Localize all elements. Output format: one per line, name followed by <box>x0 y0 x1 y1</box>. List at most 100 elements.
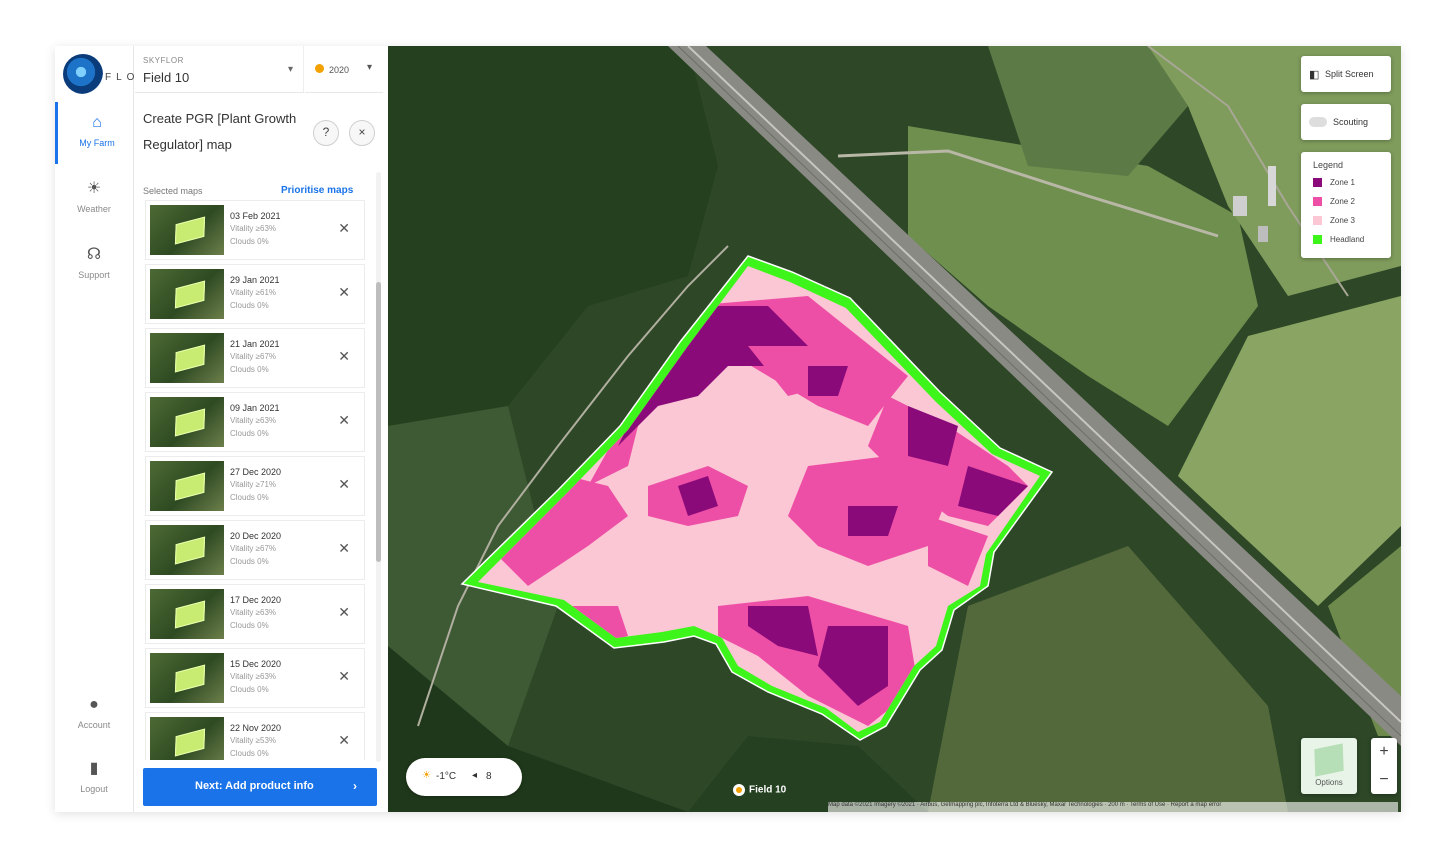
weather-sun-icon: ☀ <box>422 770 431 781</box>
map-thumbnail <box>150 333 224 383</box>
wind-value: 8 <box>486 771 492 782</box>
map-date: 15 Dec 2020 <box>230 659 282 669</box>
nav-account-label: Account <box>77 720 111 730</box>
remove-map-icon[interactable]: ✕ <box>338 541 350 555</box>
prioritise-maps-link[interactable]: Prioritise maps <box>281 185 353 196</box>
map-vitality: Vitality ≥63% <box>230 672 277 681</box>
scrollbar-thumb[interactable] <box>376 282 381 562</box>
nav-my-farm[interactable]: ⌂ My Farm <box>55 102 136 164</box>
map-clouds: Clouds 0% <box>230 429 269 438</box>
legend-item-zone-2: Zone 2 <box>1313 197 1355 209</box>
remove-map-icon[interactable]: ✕ <box>338 605 350 619</box>
map-card[interactable]: 22 Nov 2020 Vitality ≥53% Clouds 0% ✕ <box>145 712 365 760</box>
split-screen-label: Split Screen <box>1325 69 1374 79</box>
legend-item-zone-1: Zone 1 <box>1313 178 1355 190</box>
map-clouds: Clouds 0% <box>230 621 269 630</box>
split-screen-button[interactable]: ◧ Split Screen <box>1301 56 1391 92</box>
zone-3-swatch <box>1313 216 1322 226</box>
nav-my-farm-label: My Farm <box>79 138 115 148</box>
field-name: Field 10 <box>143 70 190 85</box>
map-vitality: Vitality ≥63% <box>230 224 277 233</box>
remove-map-icon[interactable]: ✕ <box>338 221 350 235</box>
map-clouds: Clouds 0% <box>230 557 269 566</box>
map-card[interactable]: 09 Jan 2021 Vitality ≥63% Clouds 0% ✕ <box>145 392 365 452</box>
zoom-out-button[interactable]: − <box>1371 766 1397 794</box>
nav-logout-label: Logout <box>80 784 108 794</box>
map-vitality: Vitality ≥63% <box>230 416 277 425</box>
map-date: 27 Dec 2020 <box>230 467 282 477</box>
help-button[interactable]: ? <box>313 120 339 146</box>
map-clouds: Clouds 0% <box>230 493 269 502</box>
map-date: 20 Dec 2020 <box>230 531 282 541</box>
map-date: 09 Jan 2021 <box>230 403 280 413</box>
nav-logout[interactable]: ▮ Logout <box>55 748 133 810</box>
map-card[interactable]: 21 Jan 2021 Vitality ≥67% Clouds 0% ✕ <box>145 328 365 388</box>
brand-logo[interactable]: FLO <box>63 52 134 96</box>
nav-weather[interactable]: ☀ Weather <box>55 168 133 230</box>
map-options-button[interactable]: Options <box>1301 738 1357 794</box>
legend-label: Zone 1 <box>1330 178 1355 187</box>
map-card[interactable]: 03 Feb 2021 Vitality ≥63% Clouds 0% ✕ <box>145 200 365 260</box>
satellite-map[interactable]: ◧ Split Screen Scouting Legend Zone 1 Zo… <box>388 46 1401 812</box>
map-field-label[interactable]: Field 10 <box>733 784 786 796</box>
account-icon: ● <box>89 696 99 713</box>
toggle-switch-icon <box>1309 117 1327 127</box>
legend-item-zone-3: Zone 3 <box>1313 216 1355 228</box>
nav-account[interactable]: ● Account <box>55 684 133 746</box>
home-icon: ⌂ <box>92 114 102 131</box>
map-vitality: Vitality ≥53% <box>230 736 277 745</box>
map-legend: Legend Zone 1 Zone 2 Zone 3 Headland <box>1301 152 1391 258</box>
map-card[interactable]: 15 Dec 2020 Vitality ≥63% Clouds 0% ✕ <box>145 648 365 708</box>
logout-icon: ▮ <box>89 760 99 777</box>
map-attribution: Map data ©2021 Imagery ©2021 · Airbus, G… <box>828 802 1398 812</box>
nav-rail: FLO ⌂ My Farm ☀ Weather ☊ Support ● Acco… <box>55 46 134 812</box>
remove-map-icon[interactable]: ✕ <box>338 477 350 491</box>
sun-icon: ☀ <box>86 180 102 197</box>
season-drop-icon <box>315 64 324 73</box>
remove-map-icon[interactable]: ✕ <box>338 285 350 299</box>
map-thumbnail <box>150 269 224 319</box>
next-button-label: Next: Add product info <box>195 780 314 792</box>
zoom-in-button[interactable]: + <box>1371 738 1397 766</box>
map-card[interactable]: 29 Jan 2021 Vitality ≥61% Clouds 0% ✕ <box>145 264 365 324</box>
remove-map-icon[interactable]: ✕ <box>338 413 350 427</box>
map-thumbnail <box>150 525 224 575</box>
scouting-toggle[interactable]: Scouting <box>1301 104 1391 140</box>
map-card[interactable]: 17 Dec 2020 Vitality ≥63% Clouds 0% ✕ <box>145 584 365 644</box>
season-selector[interactable]: 2020 ▾ <box>305 46 383 93</box>
map-field-name: Field 10 <box>749 784 787 796</box>
split-screen-icon: ◧ <box>1309 69 1320 81</box>
close-panel-button[interactable]: × <box>349 120 375 146</box>
headset-icon: ☊ <box>86 246 102 263</box>
list-scrollbar[interactable] <box>376 172 381 762</box>
scouting-label: Scouting <box>1333 117 1369 127</box>
selected-maps-label: Selected maps <box>143 186 203 196</box>
nav-weather-label: Weather <box>77 204 111 214</box>
wind-icon: ◂ <box>472 770 478 781</box>
map-clouds: Clouds 0% <box>230 301 269 310</box>
farm-caption: SKYFLOR <box>143 56 184 65</box>
map-clouds: Clouds 0% <box>230 685 269 694</box>
map-vitality: Vitality ≥67% <box>230 544 277 553</box>
app-window: FLO ⌂ My Farm ☀ Weather ☊ Support ● Acco… <box>55 46 1401 812</box>
map-thumbnail <box>150 461 224 511</box>
legend-label: Zone 2 <box>1330 197 1355 206</box>
nav-support[interactable]: ☊ Support <box>55 234 133 296</box>
map-card[interactable]: 27 Dec 2020 Vitality ≥71% Clouds 0% ✕ <box>145 456 365 516</box>
map-card[interactable]: 20 Dec 2020 Vitality ≥67% Clouds 0% ✕ <box>145 520 365 580</box>
map-thumbnail <box>150 653 224 703</box>
remove-map-icon[interactable]: ✕ <box>338 733 350 747</box>
chevron-down-icon: ▾ <box>367 62 373 73</box>
map-layers-icon <box>1314 743 1344 777</box>
remove-map-icon[interactable]: ✕ <box>338 349 350 363</box>
options-label: Options <box>1315 778 1343 787</box>
remove-map-icon[interactable]: ✕ <box>338 669 350 683</box>
map-clouds: Clouds 0% <box>230 365 269 374</box>
map-date: 22 Nov 2020 <box>230 723 282 733</box>
next-add-product-info-button[interactable]: Next: Add product info › <box>143 768 377 806</box>
weather-pill[interactable]: ☀ -1°C ◂ 8 <box>406 758 522 796</box>
field-selector[interactable]: SKYFLOR Field 10 ▾ <box>135 46 304 93</box>
map-date: 21 Jan 2021 <box>230 339 280 349</box>
selected-maps-list: 03 Feb 2021 Vitality ≥63% Clouds 0% ✕ 29… <box>145 200 367 760</box>
chevron-right-icon: › <box>353 779 357 793</box>
